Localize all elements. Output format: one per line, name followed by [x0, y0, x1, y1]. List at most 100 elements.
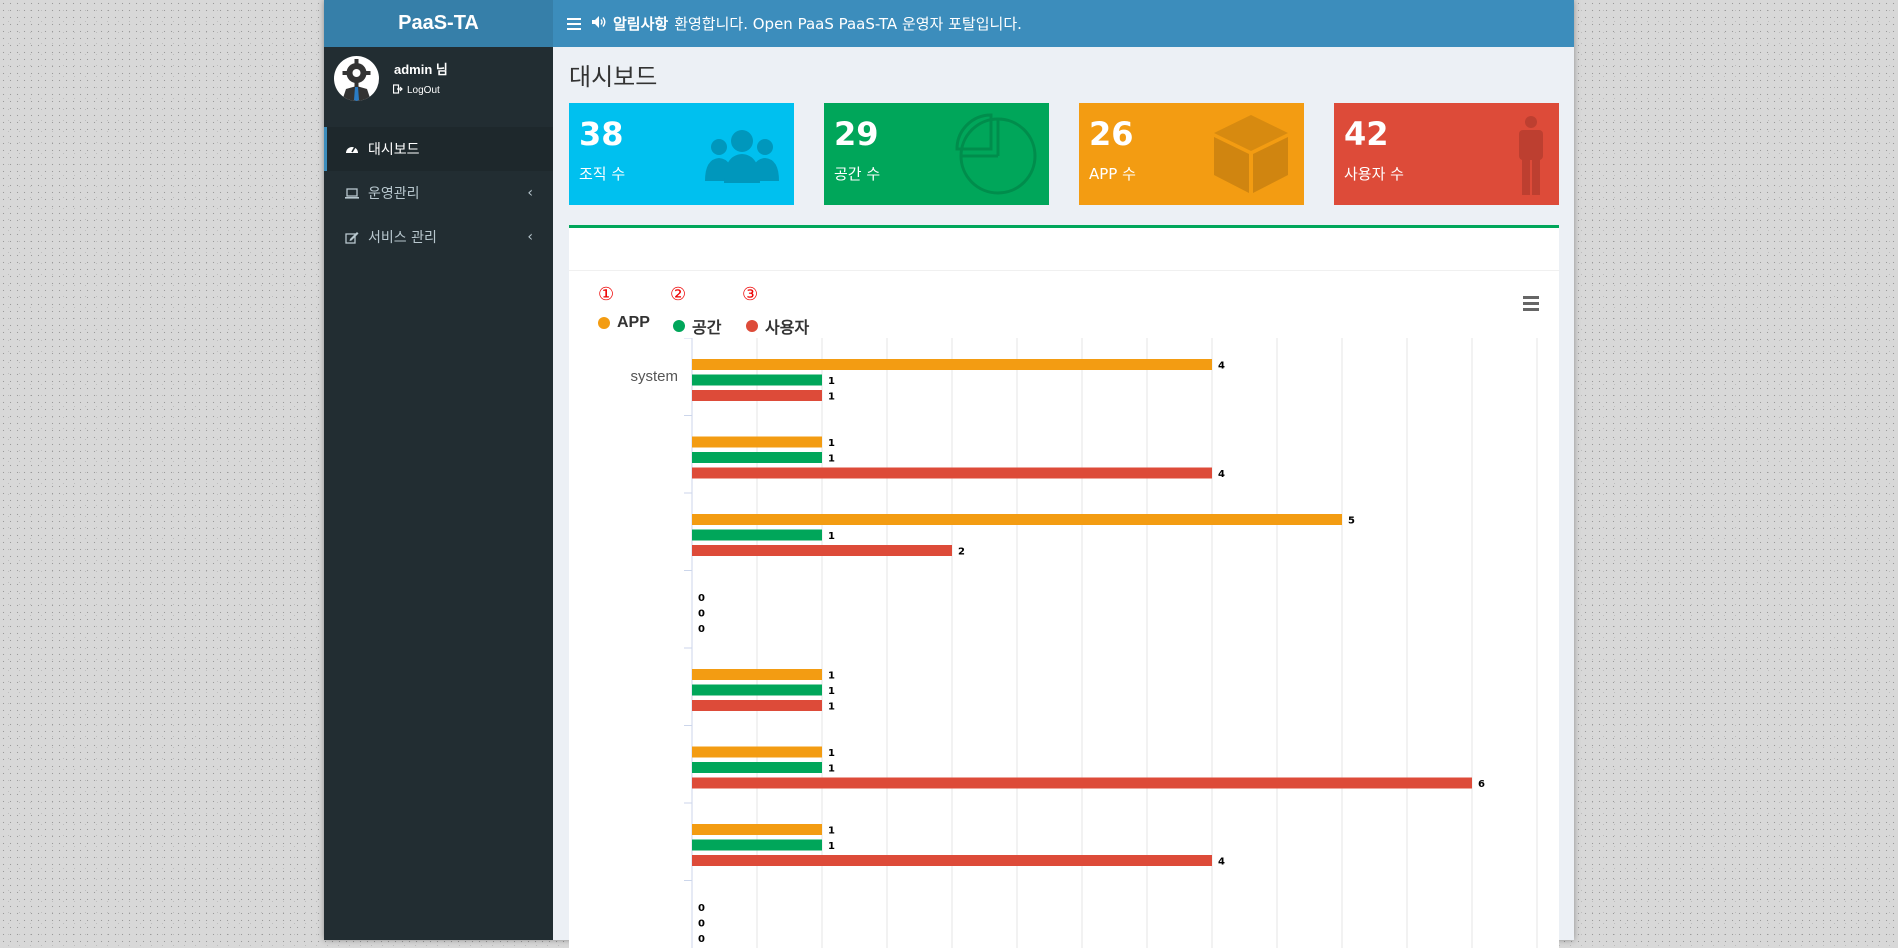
data-label: 1	[828, 438, 835, 449]
laptop-icon	[344, 187, 360, 199]
sidebar-item-service-management[interactable]: 서비스 관리 ‹	[324, 215, 553, 259]
legend-dot	[673, 320, 685, 332]
bar	[692, 390, 822, 401]
data-label: 5	[1348, 516, 1355, 527]
legend-item-user[interactable]: 사용자	[746, 314, 809, 338]
sidebar-item-operations[interactable]: 운영관리 ‹	[324, 171, 553, 215]
bar	[692, 839, 822, 851]
bar	[692, 374, 822, 386]
bar	[692, 762, 822, 773]
data-label: 4	[1218, 361, 1225, 372]
main-content: 대시보드 38 조직 수 29 공간 수 26 APP 수 42 사용자 수 ①…	[553, 47, 1574, 948]
data-label: 6	[1478, 779, 1485, 790]
bar	[692, 452, 822, 463]
stat-label: 공간 수	[834, 165, 881, 183]
notice-text: 환영합니다. Open PaaS PaaS-TA 운영자 포탈입니다.	[674, 15, 1022, 33]
bar	[692, 777, 1472, 789]
menu-toggle-icon[interactable]	[567, 17, 581, 30]
bar-chart: system415011101110111014201640	[630, 338, 1538, 948]
legend-label: 사용자	[765, 320, 810, 337]
bar	[692, 529, 822, 541]
page-title: 대시보드	[569, 63, 658, 91]
data-label: 1	[828, 392, 835, 403]
stat-box-apps[interactable]: 26 APP 수	[1079, 103, 1304, 205]
bar	[692, 436, 822, 448]
top-navbar: 알림사항 환영합니다. Open PaaS PaaS-TA 운영자 포탈입니다.	[553, 0, 1574, 47]
annotation-marker: ②	[670, 284, 687, 305]
data-label: 1	[828, 671, 835, 682]
bar	[692, 514, 1342, 525]
stat-value: 29	[834, 115, 879, 153]
chevron-left-icon: ‹	[527, 185, 533, 201]
brand-logo[interactable]: PaaS-TA	[324, 0, 553, 47]
stat-box-spaces[interactable]: 29 공간 수	[824, 103, 1049, 205]
bar	[692, 669, 822, 680]
legend-dot	[746, 320, 758, 332]
data-label: 1	[828, 826, 835, 837]
data-label: 0	[698, 593, 705, 604]
users-icon	[702, 125, 782, 187]
bar	[692, 700, 822, 711]
data-label: 2	[958, 547, 965, 558]
notice-banner: 알림사항 환영합니다. Open PaaS PaaS-TA 운영자 포탈입니다.	[591, 13, 1022, 34]
stat-box-users[interactable]: 42 사용자 수	[1334, 103, 1559, 205]
data-label: 1	[828, 764, 835, 775]
panel-header	[569, 228, 1559, 271]
stat-label: 조직 수	[579, 165, 626, 183]
data-label: 0	[698, 624, 705, 635]
legend-label: APP	[617, 314, 650, 331]
sidebar-item-label: 서비스 관리	[368, 230, 437, 246]
annotation-marker: ①	[598, 284, 615, 305]
data-label: 1	[828, 531, 835, 542]
app-window: PaaS-TA admin 님 LogOut 대시보드 운영관리 ‹ 서비스 관…	[324, 0, 1574, 948]
data-label: 4	[1218, 469, 1225, 480]
category-label: system	[630, 368, 678, 385]
stat-box-organizations[interactable]: 38 조직 수	[569, 103, 794, 205]
sidebar-item-dashboard[interactable]: 대시보드	[324, 127, 553, 171]
chevron-left-icon: ‹	[527, 229, 533, 245]
stat-value: 42	[1344, 115, 1389, 153]
data-label: 1	[828, 841, 835, 852]
data-label: 1	[828, 748, 835, 759]
data-label: 0	[698, 903, 705, 914]
user-panel: admin 님 LogOut	[324, 47, 553, 127]
data-label: 1	[828, 702, 835, 713]
stat-label: APP 수	[1089, 165, 1136, 183]
legend-item-app[interactable]: APP	[598, 314, 650, 332]
legend-item-space[interactable]: 공간	[673, 314, 721, 338]
sign-out-icon	[392, 84, 403, 97]
legend-label: 공간	[692, 320, 722, 337]
notice-title: 알림사항	[613, 15, 669, 33]
sidebar-item-label: 대시보드	[368, 142, 420, 158]
stat-label: 사용자 수	[1344, 165, 1404, 183]
avatar	[334, 56, 379, 101]
annotation-marker: ③	[742, 284, 759, 305]
bar	[692, 467, 1212, 479]
sidebar: PaaS-TA admin 님 LogOut 대시보드 운영관리 ‹ 서비스 관…	[324, 0, 553, 940]
stat-value: 38	[579, 115, 624, 153]
cube-icon	[1210, 113, 1292, 199]
data-label: 0	[698, 609, 705, 620]
data-label: 0	[698, 919, 705, 930]
bar	[692, 684, 822, 696]
chart-panel: ① ② ③ APP 공간 사용자 system 4 1 5 0 1 1 1 0 1 1 1 0 1 1 1 0 1…	[569, 225, 1559, 948]
volume-icon	[591, 15, 607, 33]
chart-menu-icon[interactable]	[1523, 296, 1539, 311]
logout-label: LogOut	[407, 85, 440, 96]
bar	[692, 746, 822, 758]
stat-value: 26	[1089, 115, 1134, 153]
data-label: 4	[1218, 857, 1225, 868]
data-label: 1	[828, 454, 835, 465]
bar	[692, 545, 952, 556]
person-icon	[1515, 115, 1547, 201]
dashboard-icon	[344, 143, 360, 155]
bar	[692, 855, 1212, 866]
pie-chart-icon	[955, 113, 1037, 199]
data-label: 1	[828, 686, 835, 697]
user-name: admin 님	[394, 62, 448, 77]
legend-dot	[598, 317, 610, 329]
sidebar-item-label: 운영관리	[368, 186, 420, 202]
data-label: 1	[828, 376, 835, 387]
edit-icon	[344, 231, 360, 244]
logout-link[interactable]: LogOut	[392, 84, 440, 97]
